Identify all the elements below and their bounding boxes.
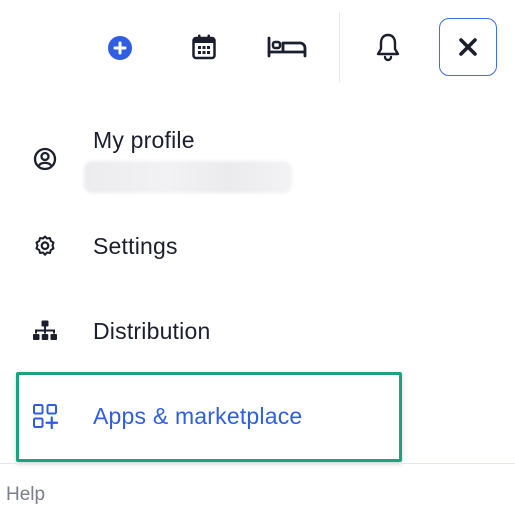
user-circle-icon (28, 142, 62, 176)
menu-item-settings[interactable]: Settings (0, 222, 515, 270)
sitemap-icon (28, 314, 62, 348)
menu-item-label: Apps & marketplace (93, 403, 303, 429)
menu-item-distribution[interactable]: Distribution (0, 307, 515, 355)
menu-item-label: Distribution (93, 318, 211, 344)
help-section-label: Help (6, 484, 46, 505)
profile-name-redacted (84, 161, 292, 193)
gear-icon (28, 229, 62, 263)
close-icon (459, 38, 477, 56)
menu-item-label: Settings (93, 233, 178, 259)
plus-circle-icon[interactable] (100, 30, 140, 66)
top-toolbar (0, 0, 515, 92)
apps-plus-icon (28, 399, 62, 433)
bed-icon[interactable] (262, 28, 312, 66)
menu-item-apps-marketplace[interactable]: Apps & marketplace (0, 392, 515, 440)
close-button[interactable] (439, 18, 497, 76)
toolbar-divider (339, 12, 340, 82)
bell-icon[interactable] (370, 28, 406, 66)
help-divider (0, 463, 515, 464)
calendar-icon[interactable] (184, 28, 224, 66)
menu-item-label: My profile (93, 127, 195, 153)
